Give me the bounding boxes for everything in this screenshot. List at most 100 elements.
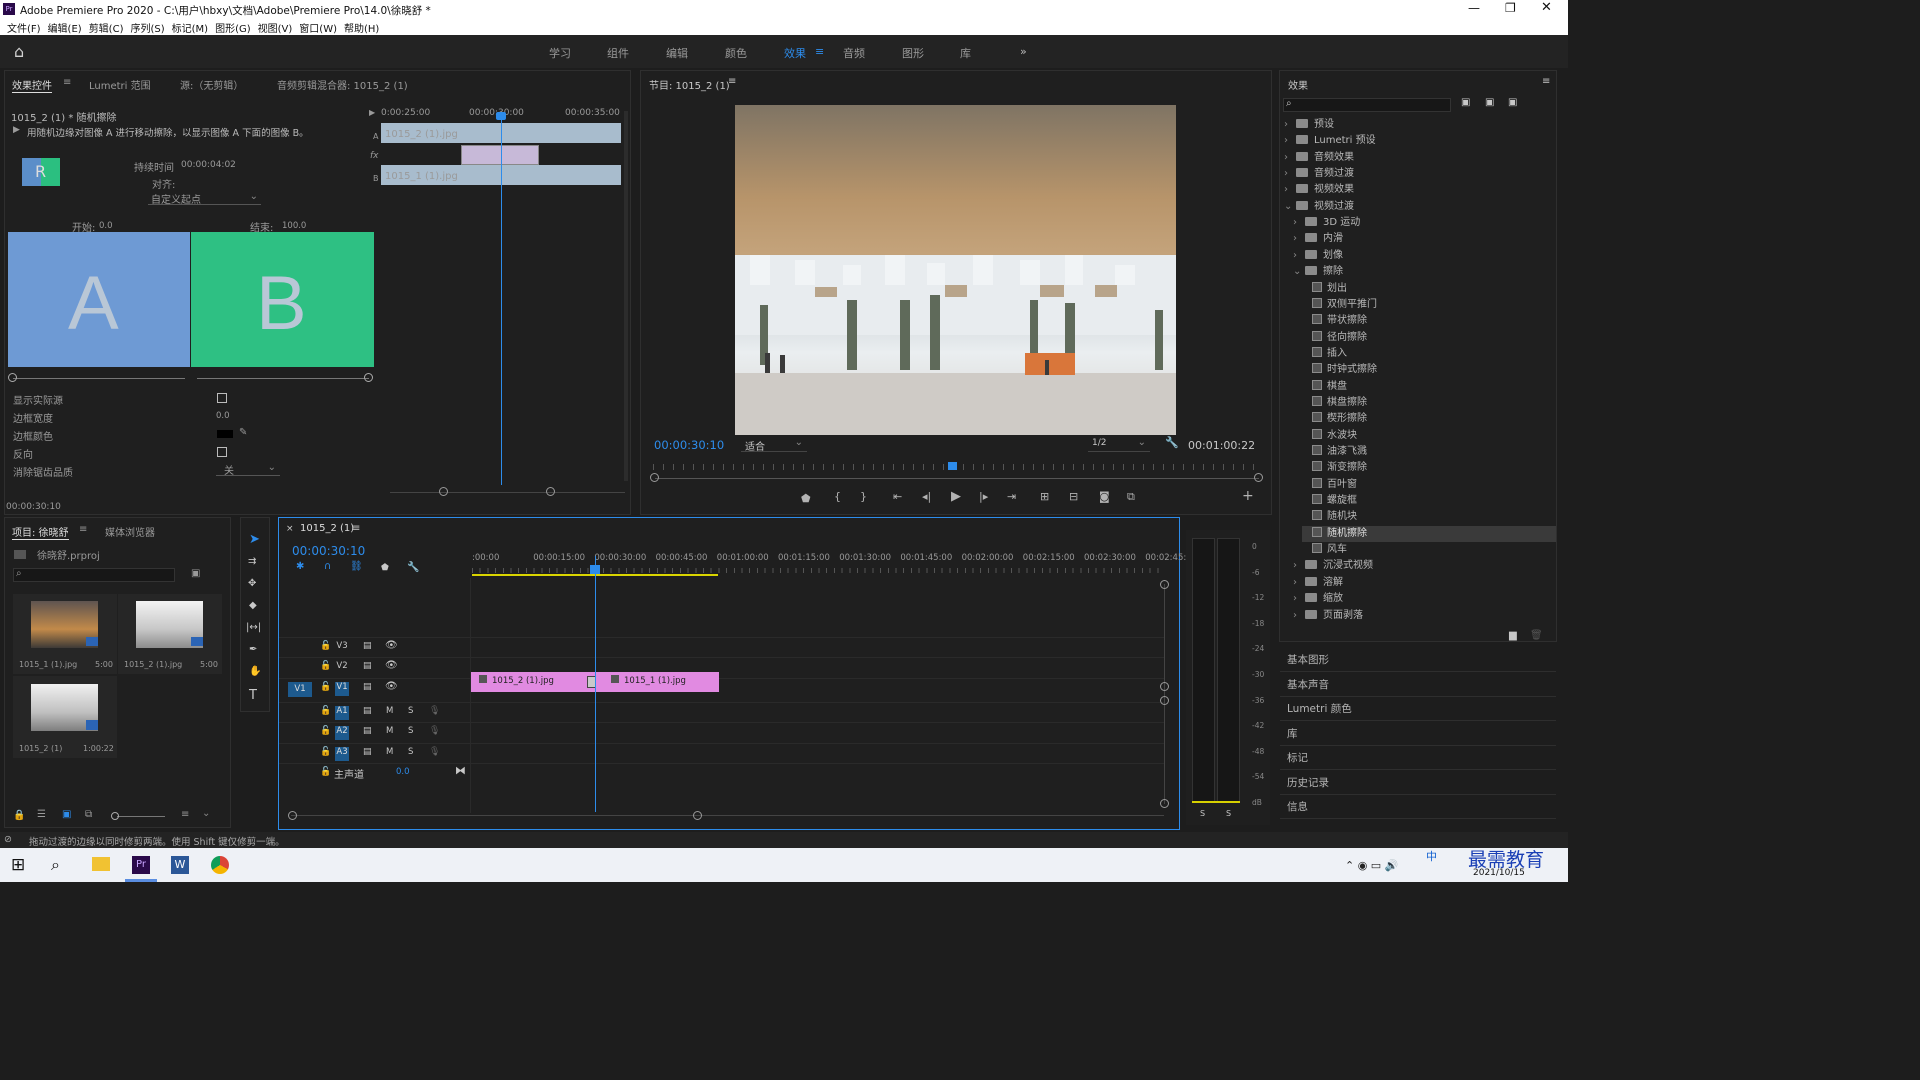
- export-frame-icon[interactable]: ◙: [1099, 490, 1110, 503]
- program-timecode[interactable]: 00:00:30:10: [654, 438, 724, 452]
- fit-dropdown[interactable]: 适合 ⌄: [741, 437, 807, 453]
- mute-track-button[interactable]: M: [386, 706, 393, 716]
- toggle-sync-lock-icon[interactable]: ▤: [363, 641, 372, 651]
- effects-folder[interactable]: › 划像: [1293, 248, 1556, 264]
- effects-folder[interactable]: › 内滑: [1293, 231, 1556, 247]
- word-taskbar-icon[interactable]: W: [171, 856, 189, 874]
- ec-zoom-handle[interactable]: [439, 487, 448, 496]
- ec-zoom-handle[interactable]: [546, 487, 555, 496]
- sort-icon[interactable]: ≡: [181, 809, 189, 820]
- chevron-right-icon[interactable]: ›: [1293, 248, 1303, 264]
- go-to-in-icon[interactable]: ⇤: [893, 490, 902, 503]
- panel-menu-icon[interactable]: ≡: [1542, 76, 1550, 87]
- lock-icon[interactable]: 🔒: [13, 810, 25, 821]
- track-select-icon[interactable]: ⇉: [248, 556, 256, 567]
- track-lock-icon[interactable]: 🔓: [320, 767, 331, 777]
- lift-icon[interactable]: ⊞: [1040, 490, 1049, 503]
- track-target[interactable]: A3: [335, 747, 349, 761]
- effect-item[interactable]: 双侧平推门: [1302, 297, 1556, 313]
- start-value[interactable]: 0.0: [99, 221, 113, 231]
- effect-item[interactable]: 带状擦除: [1302, 313, 1556, 329]
- workspace-tab-active[interactable]: 效果: [784, 45, 806, 61]
- mark-in-icon[interactable]: {: [834, 490, 841, 503]
- chevron-right-icon[interactable]: ›: [1284, 166, 1294, 182]
- effects-search-input[interactable]: ⌕: [1283, 98, 1451, 112]
- border-color-swatch[interactable]: [217, 430, 233, 438]
- chevron-down-icon[interactable]: ⌄: [202, 808, 210, 819]
- track-target[interactable]: V2: [335, 661, 349, 675]
- play-transition-icon[interactable]: ▶: [13, 125, 20, 135]
- effect-item[interactable]: 插入: [1302, 346, 1556, 362]
- toggle-sync-lock-icon[interactable]: ▤: [363, 682, 372, 692]
- chevron-right-icon[interactable]: ›: [1293, 575, 1303, 591]
- expand-icon[interactable]: ▶: [369, 108, 375, 117]
- toggle-output-eye-icon[interactable]: 👁: [385, 640, 398, 651]
- timeline-playhead-handle[interactable]: [590, 565, 600, 574]
- mark-out-icon[interactable]: }: [860, 490, 867, 503]
- effects-folder[interactable]: › Lumetri 预设: [1284, 133, 1556, 149]
- close-icon[interactable]: ✕: [1541, 0, 1552, 15]
- taskbar-search-icon[interactable]: ⌕: [51, 855, 60, 875]
- mute-track-button[interactable]: M: [386, 747, 393, 757]
- linked-selection-icon[interactable]: ⛓: [350, 561, 363, 572]
- toggle-sync-lock-icon[interactable]: ▤: [363, 661, 372, 671]
- close-tab-icon[interactable]: ×: [286, 524, 294, 534]
- end-slider-handle[interactable]: [364, 373, 373, 382]
- menu-item[interactable]: 图形(G): [215, 24, 251, 35]
- menu-item[interactable]: 帮助(H): [344, 24, 379, 35]
- solo-track-button[interactable]: S: [408, 726, 413, 736]
- effect-item[interactable]: 楔形擦除: [1302, 411, 1556, 427]
- track-target[interactable]: A2: [335, 726, 349, 740]
- chevron-right-icon[interactable]: ›: [1284, 133, 1294, 149]
- menu-item[interactable]: 窗口(W): [299, 24, 337, 35]
- effect-item[interactable]: 油漆飞溅: [1302, 444, 1556, 460]
- more-workspaces-icon[interactable]: »: [1020, 45, 1027, 58]
- start-slider-handle[interactable]: [8, 373, 17, 382]
- premiere-taskbar-icon[interactable]: Pr: [132, 856, 150, 874]
- panel-menu-icon[interactable]: ≡: [352, 523, 360, 534]
- effects-folder[interactable]: › 预设: [1284, 117, 1556, 133]
- chevron-right-icon[interactable]: ›: [1284, 150, 1294, 166]
- new-bin-icon[interactable]: ▆: [1509, 630, 1517, 641]
- menu-item[interactable]: 剪辑(C): [89, 24, 124, 35]
- master-volume-value[interactable]: 0.0: [396, 767, 410, 777]
- slider-handle[interactable]: [111, 812, 119, 820]
- effect-item[interactable]: 时钟式擦除: [1302, 362, 1556, 378]
- timeline-timecode[interactable]: 00:00:30:10: [292, 544, 365, 558]
- effect-controls-timecode[interactable]: 00:00:30:10: [6, 502, 61, 512]
- voiceover-mic-icon[interactable]: 🎙: [429, 706, 440, 716]
- source-patch-v1[interactable]: V1: [288, 682, 312, 697]
- workspace-tab[interactable]: 编辑: [666, 45, 688, 61]
- v-scroll-handle[interactable]: [1160, 682, 1169, 691]
- workspace-tab[interactable]: 学习: [549, 45, 571, 61]
- tab-source[interactable]: 源:（无剪辑）: [180, 77, 243, 92]
- effect-item[interactable]: 棋盘: [1302, 379, 1556, 395]
- go-to-out-icon[interactable]: ⇥: [1007, 490, 1016, 503]
- effects-folder[interactable]: › 视频效果: [1284, 182, 1556, 198]
- add-marker-icon[interactable]: ⬟: [381, 563, 389, 573]
- track-target[interactable]: A1: [335, 706, 349, 720]
- reverse-checkbox[interactable]: [217, 447, 227, 457]
- end-slider[interactable]: [197, 378, 369, 379]
- project-search-input[interactable]: ⌕: [13, 568, 175, 582]
- minimize-icon[interactable]: —: [1468, 1, 1480, 15]
- home-icon[interactable]: ⌂: [14, 42, 24, 61]
- toggle-output-eye-icon[interactable]: 👁: [385, 681, 398, 692]
- add-marker-icon[interactable]: ⬟: [801, 492, 811, 505]
- chevron-right-icon[interactable]: ›: [1284, 182, 1294, 198]
- track-lock-icon[interactable]: 🔓: [320, 641, 331, 651]
- nest-icon[interactable]: ✱: [296, 561, 304, 572]
- resolution-dropdown[interactable]: 1/2 ⌄: [1088, 437, 1150, 452]
- effect-item[interactable]: 百叶窗: [1302, 477, 1556, 493]
- workspace-menu-icon[interactable]: ≡: [815, 45, 824, 58]
- side-panel-section[interactable]: 基本声音: [1287, 677, 1329, 692]
- track-target[interactable]: V3: [335, 641, 349, 655]
- solo-track-button[interactable]: S: [408, 706, 413, 716]
- play-icon[interactable]: ▶: [951, 489, 961, 504]
- menu-item[interactable]: 文件(F): [7, 24, 41, 35]
- chevron-right-icon[interactable]: ›: [1293, 608, 1303, 624]
- pen-tool-icon[interactable]: ✒: [249, 644, 257, 655]
- selection-tool-icon[interactable]: ➤: [249, 532, 260, 547]
- effect-item[interactable]: 随机擦除: [1302, 525, 1556, 542]
- solo-right-button[interactable]: S: [1226, 809, 1231, 818]
